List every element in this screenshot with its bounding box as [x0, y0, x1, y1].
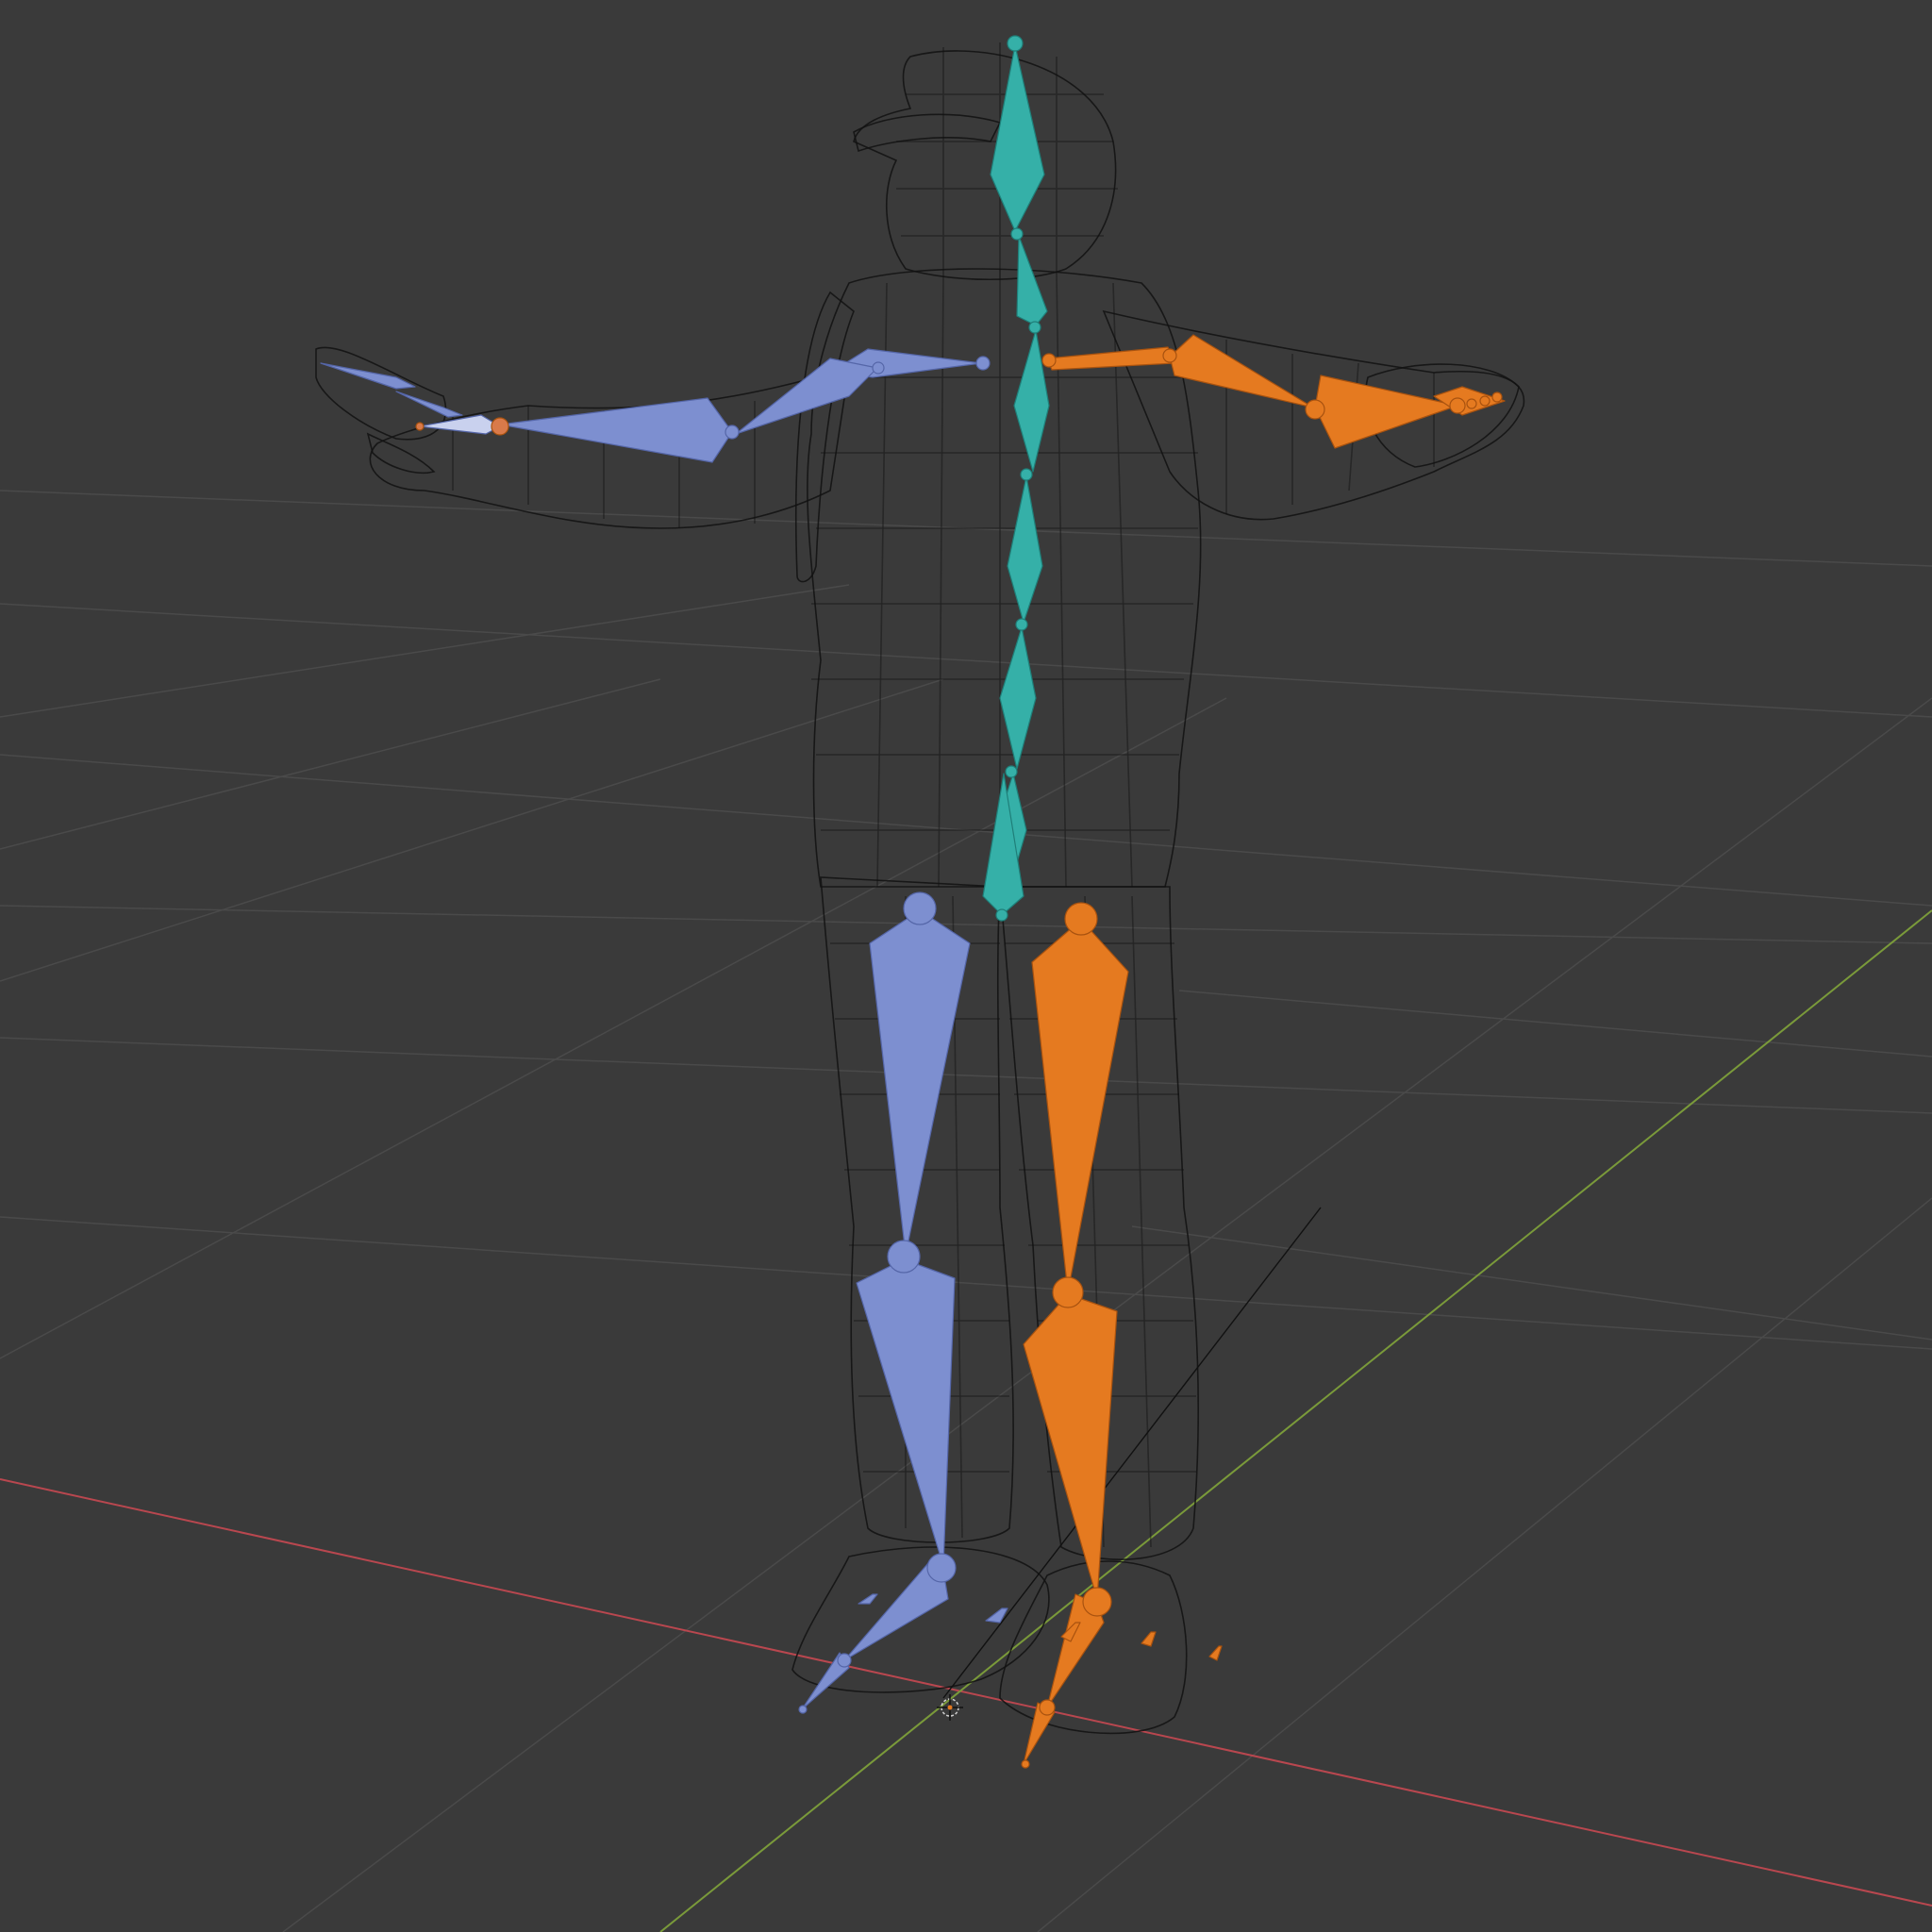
joint-chest[interactable] — [1020, 468, 1033, 481]
joint-toe-a[interactable] — [798, 1705, 808, 1714]
backpack-strap — [794, 291, 855, 583]
joint-hip-b[interactable] — [1064, 902, 1098, 936]
joint-forearm-a[interactable] — [724, 425, 740, 440]
viewport-canvas[interactable] — [0, 0, 1932, 1932]
bone-heel-a2[interactable] — [985, 1607, 1008, 1624]
joint-neck[interactable] — [1010, 227, 1024, 241]
bone-chest-upper[interactable] — [1013, 329, 1050, 473]
bone-forearm-b[interactable] — [1314, 375, 1458, 449]
bone-chain-leg-b[interactable] — [1021, 902, 1223, 1769]
joint-elbow-a[interactable] — [872, 361, 885, 375]
x-axis-line — [0, 1478, 1932, 1907]
joint-forearm-b[interactable] — [1305, 399, 1325, 420]
bone-thigh-a[interactable] — [869, 909, 971, 1256]
joint-chest-upper[interactable] — [1028, 321, 1041, 334]
joint-toe-b[interactable] — [1021, 1759, 1030, 1769]
bone-neck[interactable] — [1016, 235, 1048, 326]
joint-wrist-a[interactable] — [491, 417, 509, 436]
bone-heel-a1[interactable] — [858, 1593, 878, 1605]
joint-ankle-a[interactable] — [926, 1553, 957, 1583]
bone-shin-b[interactable] — [1023, 1293, 1118, 1600]
bone-head[interactable] — [990, 44, 1045, 232]
joint-finger-b1[interactable] — [1466, 398, 1477, 409]
joint-wrist-b[interactable] — [1449, 397, 1466, 414]
joint-elbow-b[interactable] — [1162, 348, 1177, 363]
joint-finger-b3[interactable] — [1491, 391, 1503, 403]
joint-shoulder-a[interactable] — [975, 356, 991, 371]
bone-finger-a1[interactable] — [395, 391, 463, 418]
bone-chain-spine[interactable] — [982, 35, 1050, 922]
floor-grid — [0, 490, 1932, 1932]
joint-hip-a[interactable] — [903, 891, 937, 925]
bone-chain-arm-b[interactable] — [1041, 334, 1506, 449]
head-outline — [853, 50, 1117, 281]
joint-shoulder-b[interactable] — [1041, 353, 1057, 368]
joint-knee-a[interactable] — [887, 1240, 921, 1274]
joint-spine[interactable] — [1015, 618, 1028, 631]
origin-icon[interactable] — [937, 1694, 963, 1721]
joint-finger-b2[interactable] — [1479, 395, 1491, 407]
3d-viewport[interactable] — [0, 0, 1932, 1932]
joint-ankle-b[interactable] — [1082, 1587, 1112, 1617]
bone-chest[interactable] — [1007, 475, 1043, 624]
y-axis-line — [659, 909, 1932, 1932]
joint-ball-b[interactable] — [1039, 1699, 1056, 1716]
bone-heel-b3[interactable] — [1208, 1645, 1223, 1661]
joint-finger-a[interactable] — [415, 422, 425, 431]
joint-ball-a[interactable] — [837, 1653, 852, 1668]
bone-heel-b2[interactable] — [1141, 1631, 1157, 1647]
bone-spine[interactable] — [999, 626, 1037, 770]
bone-thigh-b[interactable] — [1031, 919, 1129, 1293]
joint-hips[interactable] — [995, 908, 1008, 922]
joint-head-tip[interactable] — [1007, 35, 1024, 52]
camera-guide-line — [942, 1207, 1322, 1699]
bone-chain-arm-a[interactable] — [320, 348, 991, 463]
arm-left-outline — [369, 366, 850, 529]
joint-knee-b[interactable] — [1052, 1276, 1084, 1308]
joint-spine-lower[interactable] — [1005, 765, 1018, 778]
bone-shoulder-b[interactable] — [1046, 346, 1175, 371]
